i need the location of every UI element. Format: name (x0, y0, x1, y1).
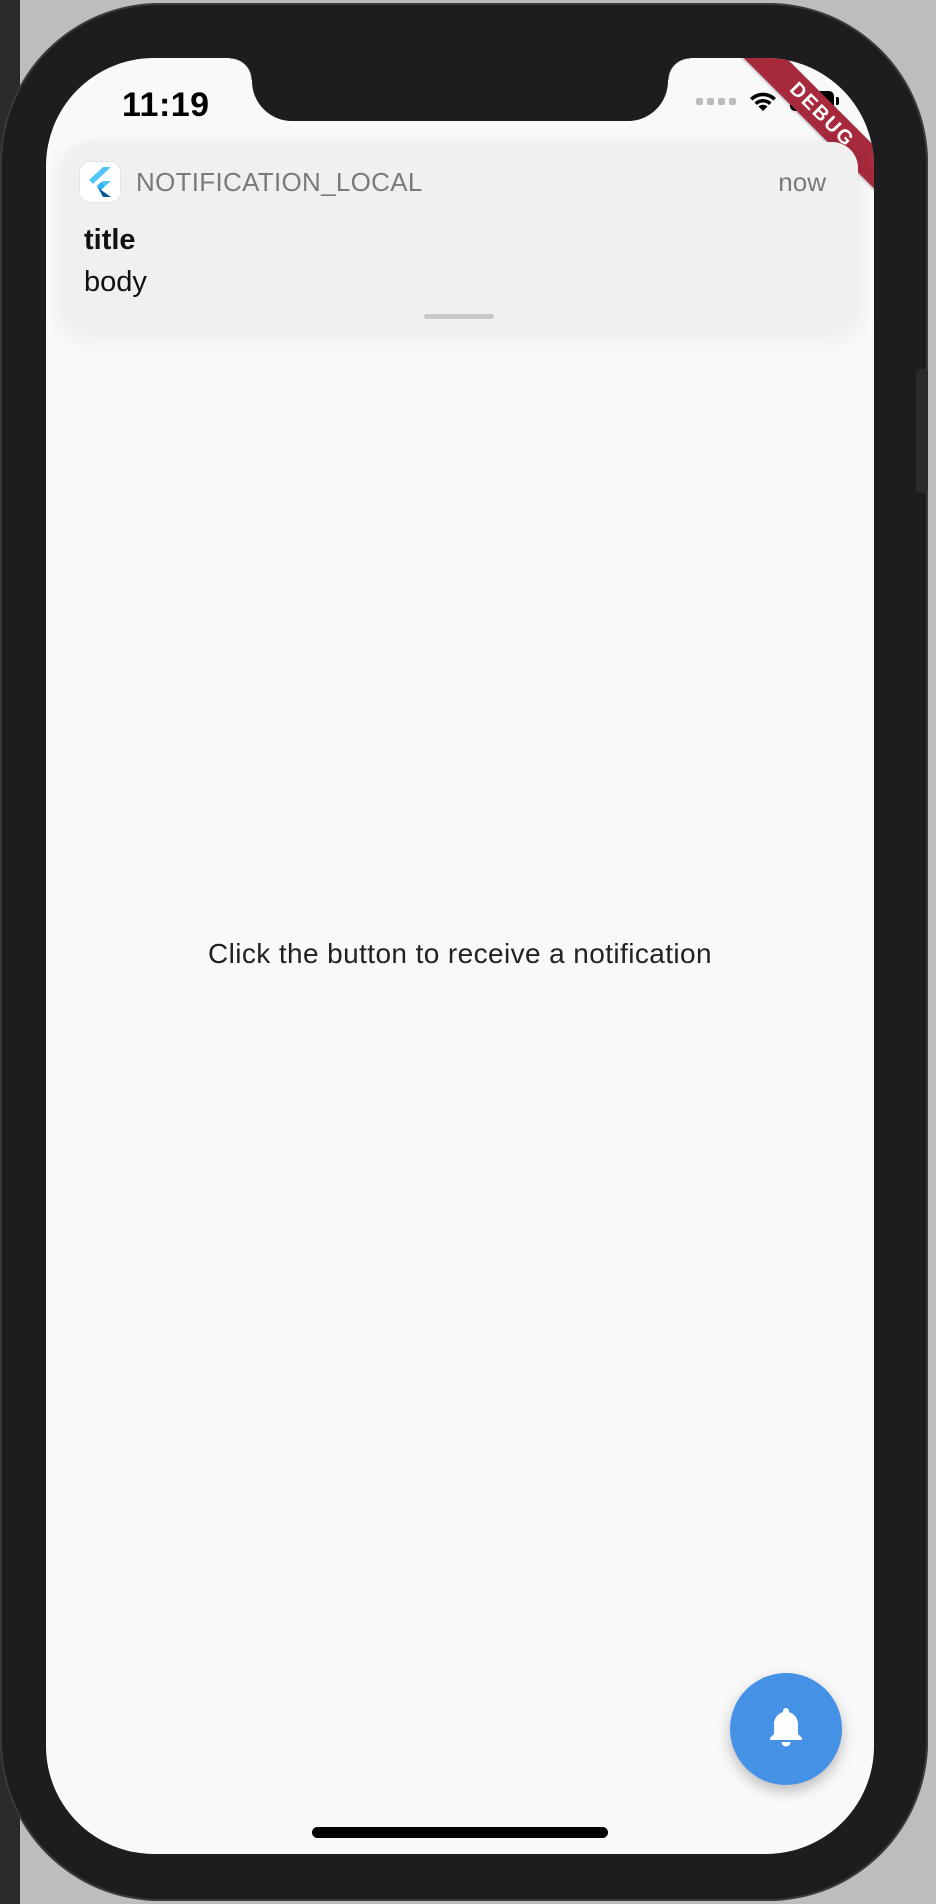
notification-body: body (84, 266, 147, 298)
status-time: 11:19 (122, 86, 210, 124)
notification-app-name: NOTIFICATION_LOCAL (136, 167, 423, 197)
phone-screen: 11:19 DEBUG NOTIFICATION_LOCAL now title… (46, 58, 874, 1854)
notification-title: title (84, 224, 136, 256)
notify-fab-button[interactable] (730, 1673, 842, 1785)
notch (230, 58, 690, 121)
signal-dots-icon (696, 97, 736, 105)
notification-drag-handle[interactable] (424, 314, 494, 319)
flutter-logo-icon (80, 162, 120, 202)
home-indicator[interactable] (312, 1827, 608, 1838)
phone-frame: 11:19 DEBUG NOTIFICATION_LOCAL now title… (0, 3, 928, 1901)
bell-icon (767, 1706, 805, 1753)
notification-banner[interactable]: NOTIFICATION_LOCAL now title body (62, 142, 858, 330)
side-button (916, 369, 928, 493)
instruction-text: Click the button to receive a notificati… (208, 938, 712, 969)
wifi-icon (748, 90, 778, 112)
notification-time: now (778, 167, 826, 197)
